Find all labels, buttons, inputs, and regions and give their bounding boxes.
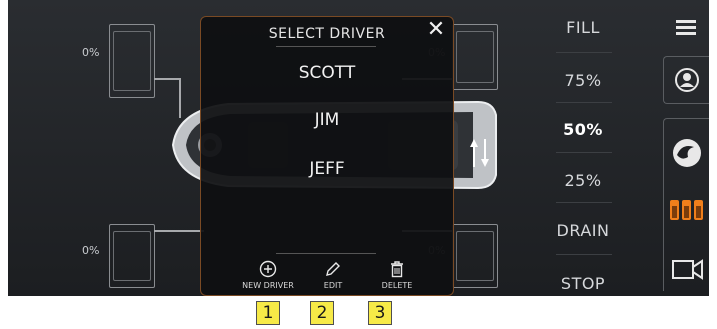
fill-separator — [556, 254, 612, 255]
fill-option-25[interactable]: 25% — [538, 171, 628, 190]
fill-option-stop[interactable]: STOP — [538, 274, 628, 293]
camera-icon[interactable] — [664, 255, 709, 285]
tank-gauge-bottom-right[interactable] — [452, 224, 498, 288]
fill-option-drain[interactable]: DRAIN — [538, 221, 628, 240]
driver-profile-button[interactable] — [663, 56, 709, 104]
delete-button[interactable]: DELETE — [362, 260, 432, 290]
driver-option-jim[interactable]: JIM — [201, 110, 453, 130]
fill-option-75[interactable]: 75% — [538, 71, 628, 90]
ballast-icon[interactable] — [664, 195, 709, 225]
pipe-top-left — [154, 78, 180, 80]
fill-separator — [556, 152, 612, 153]
tank-gauge-top-right[interactable] — [452, 24, 498, 90]
callout-badge-3: 3 — [368, 301, 392, 325]
menu-button[interactable] — [663, 14, 709, 44]
tank-gauge-bottom-left[interactable] — [109, 224, 155, 288]
edit-label: EDIT — [323, 281, 343, 290]
ballast-screen: 0% 0% 0% 0% FILL 75% 50% 25% DRAIN STOP — [8, 0, 709, 296]
callout-badge-2: 2 — [310, 301, 334, 325]
tank-bottom-left-percent: 0% — [82, 244, 100, 257]
fill-separator — [556, 202, 612, 203]
fill-option-50[interactable]: 50% — [538, 120, 628, 139]
edit-button[interactable]: EDIT — [298, 260, 368, 290]
driver-option-scott[interactable]: SCOTT — [201, 63, 453, 83]
menu-icon — [676, 20, 696, 35]
trash-icon — [391, 261, 403, 278]
pipe-bottom-left — [154, 230, 204, 232]
wave-icon — [673, 139, 701, 167]
dialog-title: SELECT DRIVER — [268, 26, 386, 42]
swap-arrows-icon[interactable] — [470, 137, 490, 169]
tank-top-left-percent: 0% — [82, 46, 100, 59]
fill-separator — [556, 102, 612, 103]
driver-profile-icon — [675, 68, 699, 92]
title-separator — [276, 46, 376, 47]
add-circle-icon — [259, 260, 277, 278]
select-driver-dialog: SELECT DRIVER ✕ SCOTT JIM JEFF NEW DRIVE… — [200, 16, 454, 296]
wave-mode-button[interactable] — [663, 118, 709, 291]
close-icon[interactable]: ✕ — [425, 19, 447, 41]
tank-gauge-top-left[interactable] — [109, 24, 155, 98]
new-driver-button[interactable]: NEW DRIVER — [233, 260, 303, 290]
actions-separator — [276, 253, 376, 254]
new-driver-label: NEW DRIVER — [242, 281, 294, 290]
pencil-icon — [326, 262, 340, 276]
callout-badge-1: 1 — [256, 301, 280, 325]
driver-option-jeff[interactable]: JEFF — [201, 159, 453, 179]
fill-option-fill[interactable]: FILL — [538, 18, 628, 37]
delete-label: DELETE — [381, 281, 413, 290]
fill-separator — [556, 52, 612, 53]
